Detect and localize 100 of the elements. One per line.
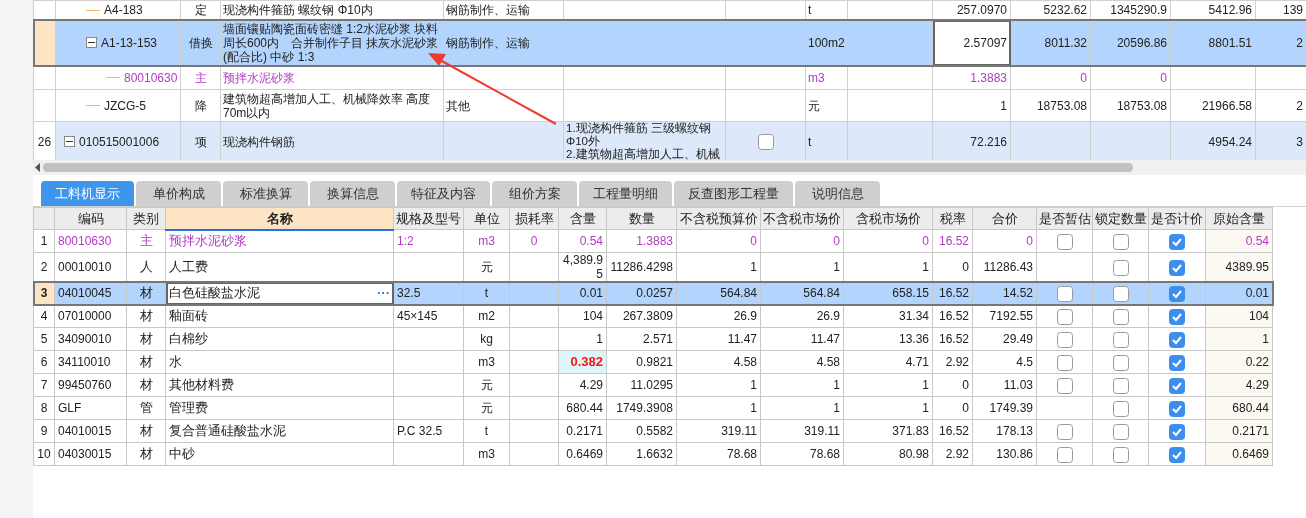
- resource-code: 34090010: [58, 332, 112, 346]
- numeric-value: 4.58: [733, 355, 757, 369]
- collapse-icon[interactable]: [64, 136, 75, 147]
- numeric-value: 0.01: [1245, 286, 1269, 300]
- unit: 元: [480, 378, 493, 392]
- horizontal-scrollbar[interactable]: [33, 160, 1306, 175]
- numeric-value: 0: [962, 260, 969, 274]
- item-code: 80010630: [124, 69, 178, 87]
- checkbox[interactable]: [1112, 354, 1129, 371]
- checkbox[interactable]: [1169, 377, 1185, 394]
- numeric-value: 319.11: [721, 424, 757, 438]
- checkbox[interactable]: [1169, 285, 1185, 302]
- resource-code: 07010000: [58, 309, 112, 323]
- resource-code: GLF: [58, 401, 82, 415]
- numeric-value: 31.34: [898, 309, 929, 323]
- tab[interactable]: 换算信息: [310, 181, 395, 206]
- numeric-value: 4954.24: [1208, 134, 1252, 149]
- numeric-value: 319.11: [804, 424, 840, 438]
- numeric-value: 0: [1080, 70, 1087, 85]
- checkbox[interactable]: [1112, 308, 1129, 325]
- checkbox[interactable]: [1056, 331, 1073, 348]
- checkbox[interactable]: [1169, 400, 1185, 417]
- numeric-value: 2.571: [642, 332, 673, 346]
- unit: 元: [480, 260, 493, 274]
- tab[interactable]: 反查图形工程量: [674, 181, 793, 206]
- checkbox[interactable]: [1056, 446, 1073, 463]
- numeric-value: 1: [833, 401, 840, 415]
- numeric-value: 13.36: [898, 332, 929, 346]
- checkbox[interactable]: [1112, 285, 1129, 302]
- item-name: 现浇构件箍筋 螺纹钢 Φ10内: [223, 3, 373, 17]
- numeric-value: 5232.62: [1043, 3, 1087, 17]
- checkbox[interactable]: [1169, 259, 1185, 276]
- checkbox[interactable]: [1056, 423, 1073, 440]
- resource-category: 材: [139, 308, 153, 323]
- numeric-value: 267.3809: [622, 309, 673, 323]
- resource-category: 主: [139, 233, 153, 248]
- spec-model: 45×145: [397, 309, 438, 323]
- checkbox[interactable]: [1112, 331, 1129, 348]
- numeric-value: 4,389.95: [562, 253, 603, 281]
- numeric-value: 11.47: [810, 332, 840, 346]
- numeric-value: 1: [750, 378, 757, 392]
- tab[interactable]: 标准换算: [223, 181, 308, 206]
- numeric-value: 16.52: [938, 234, 969, 248]
- checkbox[interactable]: [1169, 446, 1185, 463]
- column-header: 税率: [932, 207, 973, 230]
- tab[interactable]: 工程量明细: [579, 181, 672, 206]
- unit: 元: [480, 401, 493, 415]
- numeric-value: 4.29: [1245, 378, 1269, 392]
- tab[interactable]: 组价方案: [492, 181, 577, 206]
- row-number: 3: [40, 286, 48, 300]
- numeric-value: 11.03: [1003, 378, 1033, 392]
- numeric-value: 2.92: [945, 355, 969, 369]
- numeric-value: 0: [1160, 70, 1167, 85]
- unit: kg: [480, 332, 493, 346]
- collapse-icon[interactable]: [86, 37, 97, 48]
- numeric-value: 26.9: [816, 309, 840, 323]
- numeric-value: 16.52: [938, 286, 969, 300]
- numeric-value: 1749.3908: [616, 401, 673, 415]
- numeric-value: 0.382: [570, 354, 603, 369]
- checkbox[interactable]: [1169, 331, 1185, 348]
- checkbox[interactable]: [1056, 285, 1073, 302]
- checkbox[interactable]: [1112, 423, 1129, 440]
- tab[interactable]: 说明信息: [795, 181, 880, 206]
- checkbox[interactable]: [1056, 354, 1073, 371]
- checkbox[interactable]: [1112, 259, 1129, 276]
- checkbox[interactable]: [1169, 423, 1185, 440]
- checkbox[interactable]: [1056, 233, 1073, 250]
- row-number: 26: [37, 134, 52, 149]
- numeric-value: 0: [922, 234, 929, 248]
- numeric-value: 1: [750, 260, 757, 274]
- numeric-value: 1: [1262, 332, 1269, 346]
- numeric-value: 0: [1026, 234, 1033, 248]
- checkbox[interactable]: [1112, 400, 1129, 417]
- column-header: 损耗率: [509, 207, 559, 230]
- tab[interactable]: 特征及内容: [397, 181, 490, 206]
- numeric-value: 257.0970: [956, 3, 1007, 17]
- column-header: 规格及型号: [393, 207, 464, 230]
- more-options-button[interactable]: ···: [377, 286, 390, 300]
- tab[interactable]: 单价构成: [136, 181, 221, 206]
- checkbox[interactable]: [1112, 377, 1129, 394]
- numeric-value: 18753.08: [1036, 98, 1087, 113]
- column-header: 锁定数量: [1092, 207, 1149, 230]
- resource-category: 材: [139, 446, 153, 461]
- resource-name: 白色硅酸盐水泥: [169, 286, 260, 300]
- resource-category: 材: [139, 423, 153, 438]
- checkbox[interactable]: [1056, 377, 1073, 394]
- checkbox[interactable]: [757, 134, 774, 151]
- checkbox[interactable]: [1169, 308, 1185, 325]
- numeric-value: 0.9821: [636, 355, 673, 369]
- numeric-value: 1: [922, 378, 929, 392]
- checkbox[interactable]: [1056, 308, 1073, 325]
- scrollbar-thumb[interactable]: [43, 163, 1133, 172]
- checkbox[interactable]: [1169, 354, 1185, 371]
- unit: m3: [478, 447, 495, 461]
- checkbox[interactable]: [1112, 233, 1129, 250]
- row-number: 8: [40, 401, 48, 415]
- numeric-value: 8801.51: [1208, 35, 1252, 50]
- checkbox[interactable]: [1169, 233, 1185, 250]
- checkbox[interactable]: [1112, 446, 1129, 463]
- column-header: 数量: [606, 207, 677, 230]
